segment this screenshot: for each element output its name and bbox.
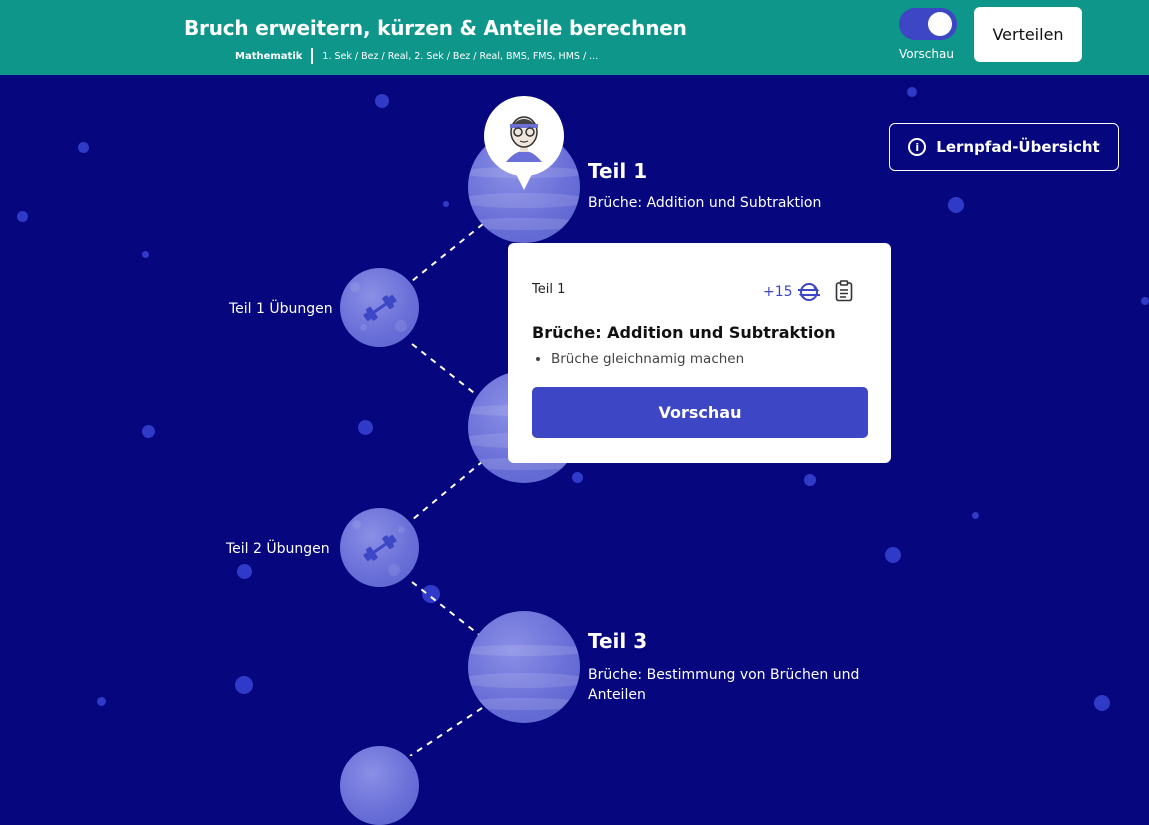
next-exercise-planet[interactable] [340, 746, 419, 825]
coin-swap-icon [797, 283, 820, 301]
exercise-2-label[interactable]: Teil 2 Übungen [226, 541, 330, 557]
card-part-label: Teil 1 [532, 282, 566, 297]
avatar-marker [484, 96, 564, 190]
avatar [506, 116, 542, 162]
part-1-title: Teil 1 [588, 159, 648, 183]
header-bar: Bruch erweitern, kürzen & Anteile berech… [0, 0, 1149, 75]
meta-divider [311, 48, 314, 64]
part-1-subtitle: Brüche: Addition und Subtraktion [588, 195, 822, 211]
dumbbell-icon [362, 294, 397, 321]
part-3-planet[interactable] [468, 611, 580, 723]
overview-button-label: Lernpfad-Übersicht [936, 138, 1100, 156]
info-icon: i [908, 138, 927, 156]
dumbbell-icon [362, 534, 397, 561]
page-title: Bruch erweitern, kürzen & Anteile berech… [184, 16, 687, 40]
toggle-knob [928, 12, 952, 36]
learning-path-overview-button[interactable]: i Lernpfad-Übersicht [889, 123, 1119, 171]
card-title: Brüche: Addition und Subtraktion [532, 323, 836, 342]
clipboard-icon[interactable] [835, 280, 853, 302]
part-3-subtitle: Brüche: Bestimmung von Brüchen und Antei… [588, 667, 860, 703]
levels-label: 1. Sek / Bez / Real, 2. Sek / Bez / Real… [322, 50, 599, 62]
preview-toggle-label: Vorschau [899, 47, 954, 61]
part-preview-card: Teil 1 +15 Brüche: Addition und Subtrakt… [508, 243, 891, 463]
exercise-1-label[interactable]: Teil 1 Übungen [229, 301, 333, 317]
card-topic-list: Brüche gleichnamig machen [532, 351, 744, 367]
part-3-title: Teil 3 [588, 629, 648, 653]
list-item: Brüche gleichnamig machen [551, 351, 744, 367]
course-meta: Mathematik 1. Sek / Bez / Real, 2. Sek /… [235, 48, 598, 64]
exercise-1-planet[interactable] [340, 268, 419, 347]
preview-toggle[interactable] [899, 8, 957, 40]
share-button[interactable]: Verteilen [974, 7, 1082, 62]
exercise-2-planet[interactable] [340, 508, 419, 587]
points-badge: +15 [763, 281, 821, 303]
points-value: +15 [763, 284, 793, 300]
subject-label: Mathematik [235, 50, 303, 62]
preview-button[interactable]: Vorschau [532, 387, 868, 438]
